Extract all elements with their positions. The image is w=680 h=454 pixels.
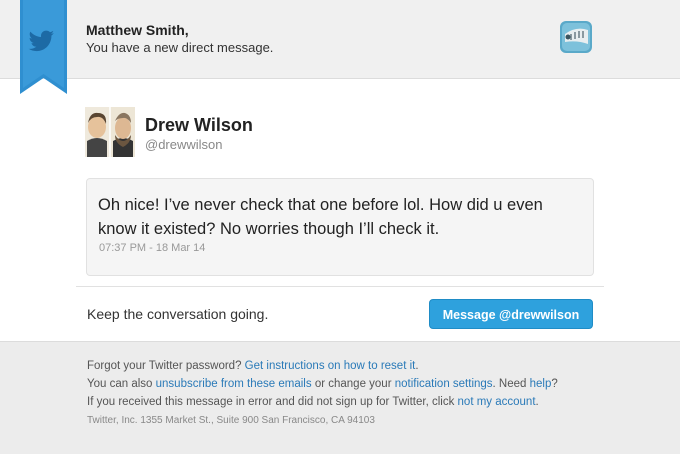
footer-text: . <box>415 360 419 372</box>
footer-text: or change your <box>314 378 392 390</box>
message-timestamp: 07:37 PM - 18 Mar 14 <box>99 242 206 254</box>
unsubscribe-link[interactable]: unsubscribe from these emails <box>156 378 312 390</box>
message-bubble: Oh nice! I’ve never check that one befor… <box>86 178 594 276</box>
email-footer: Forgot your Twitter password? Get instru… <box>0 341 680 454</box>
notification-settings-link[interactable]: notification settings <box>395 378 493 390</box>
footer-text: ? <box>551 378 558 390</box>
recipient-name: Matthew Smith, <box>86 22 189 38</box>
footer-text: . Need <box>492 378 527 390</box>
sender-handle[interactable]: @drewwilson <box>145 137 223 152</box>
sender-avatar[interactable] <box>85 107 135 157</box>
not-my-account-link[interactable]: not my account <box>458 396 536 408</box>
footer-text: . <box>535 396 539 408</box>
footer-text: Forgot your Twitter password? <box>87 360 242 372</box>
conversation-prompt: Keep the conversation going. <box>87 306 269 322</box>
message-text: Oh nice! I’ve never check that one befor… <box>98 196 543 238</box>
footer-settings-line: You can also unsubscribe from these emai… <box>87 378 558 390</box>
help-link[interactable]: help <box>530 378 552 390</box>
header-subtitle: You have a new direct message. <box>86 40 274 55</box>
divider <box>76 286 604 287</box>
reset-password-link[interactable]: Get instructions on how to reset it <box>245 360 416 372</box>
twitter-bird-icon <box>20 0 67 94</box>
footer-error-line: If you received this message in error an… <box>87 396 539 408</box>
sender-name[interactable]: Drew Wilson <box>145 115 253 136</box>
footer-password-line: Forgot your Twitter password? Get instru… <box>87 360 419 372</box>
message-button[interactable]: Message @drewwilson <box>429 299 593 329</box>
company-address: Twitter, Inc. 1355 Market St., Suite 900… <box>87 415 375 426</box>
footer-text: If you received this message in error an… <box>87 396 455 408</box>
email-header: Matthew Smith, You have a new direct mes… <box>0 0 680 79</box>
footer-text: You can also <box>87 378 153 390</box>
twitter-app-icon[interactable] <box>559 20 593 54</box>
